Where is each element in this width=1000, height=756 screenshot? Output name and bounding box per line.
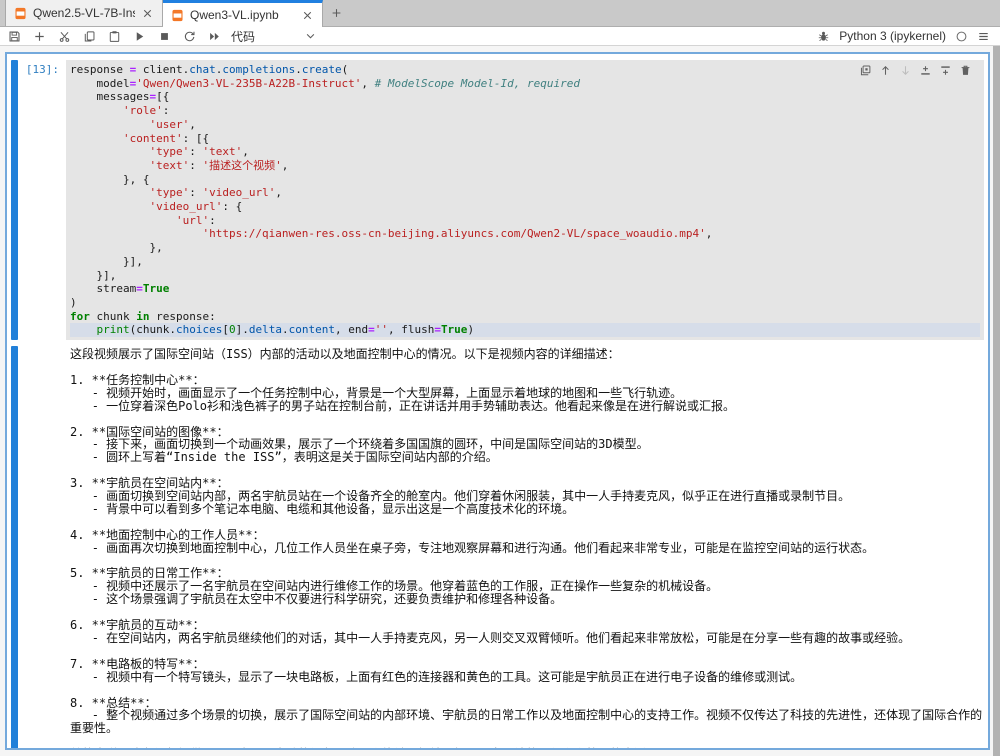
plus-icon: [330, 7, 343, 19]
run-icon[interactable]: [133, 30, 146, 43]
kernel-name[interactable]: Python 3 (ipykernel): [839, 29, 946, 43]
notebook-panel: [13]: response = client.chat.completions…: [5, 52, 990, 750]
menu-icon[interactable]: [977, 30, 990, 43]
move-up-icon[interactable]: [879, 64, 892, 77]
code-line: ): [70, 296, 980, 310]
input-collapser[interactable]: [11, 60, 18, 340]
restart-icon[interactable]: [183, 30, 196, 43]
code-line: 'video_url': {: [70, 200, 980, 214]
output-collapser[interactable]: [11, 346, 18, 750]
stream-output-text: 这段视频展示了国际空间站（ISS）内部的活动以及地面控制中心的情况。以下是视频内…: [66, 346, 984, 750]
add-icon[interactable]: [33, 30, 46, 43]
code-line: 'https://qianwen-res.oss-cn-beijing.aliy…: [70, 227, 980, 241]
execution-count: [13]:: [18, 60, 66, 340]
code-line: model='Qwen/Qwen3-VL-235B-A22B-Instruct'…: [70, 77, 980, 91]
output-prompt-spacer: [18, 346, 66, 750]
close-icon[interactable]: [301, 9, 314, 22]
run-all-icon[interactable]: [208, 30, 221, 43]
code-line: }],: [70, 255, 980, 269]
duplicate-icon[interactable]: [859, 64, 872, 77]
tab-qwen3-vl-notebook[interactable]: Qwen3-VL.ipynb: [163, 0, 323, 27]
code-line: messages=[{: [70, 90, 980, 104]
tab-label: Qwen3-VL.ipynb: [190, 8, 279, 22]
paste-icon[interactable]: [108, 30, 121, 43]
output-area: 这段视频展示了国际空间站（ISS）内部的活动以及地面控制中心的情况。以下是视频内…: [7, 346, 988, 750]
code-line: }],: [70, 269, 980, 283]
cell-type-label: 代码: [231, 28, 255, 45]
notebook-icon: [171, 9, 184, 22]
new-tab-button[interactable]: [323, 0, 349, 26]
toolbar-button-group: [6, 30, 221, 43]
cell-toolbar: [859, 64, 972, 77]
stop-icon[interactable]: [158, 30, 171, 43]
code-line: response = client.chat.completions.creat…: [70, 63, 980, 77]
code-editor[interactable]: response = client.chat.completions.creat…: [66, 60, 984, 340]
insert-above-icon[interactable]: [919, 64, 932, 77]
delete-icon[interactable]: [959, 64, 972, 77]
code-line: 'url':: [70, 214, 980, 228]
code-line: 'content': [{: [70, 132, 980, 146]
kernel-status-group: Python 3 (ipykernel): [817, 29, 994, 43]
notebook-icon: [14, 7, 27, 20]
code-line: 'user',: [70, 118, 980, 132]
code-line: print(chunk.choices[0].delta.content, en…: [70, 323, 980, 337]
code-line: }, {: [70, 173, 980, 187]
insert-below-icon[interactable]: [939, 64, 952, 77]
code-line: 'type': 'video_url',: [70, 186, 980, 200]
move-down-icon: [899, 64, 912, 77]
code-cell: [13]: response = client.chat.completions…: [7, 60, 988, 340]
close-icon[interactable]: [141, 7, 154, 20]
cut-icon[interactable]: [58, 30, 71, 43]
chevron-down-icon: [304, 30, 317, 42]
notebook-content-area: [13]: response = client.chat.completions…: [0, 46, 1000, 756]
copy-icon[interactable]: [83, 30, 96, 43]
code-line: 'text': '描述这个视频',: [70, 159, 980, 173]
window-edge: [993, 46, 1000, 756]
save-icon[interactable]: [8, 30, 21, 43]
code-line: stream=True: [70, 282, 980, 296]
tab-bar: Qwen2.5-VL-7B-Instruct.ip Qwen3-VL.ipynb: [0, 0, 1000, 27]
notebook-toolbar: 代码 Python 3 (ipykernel): [0, 27, 1000, 46]
kernel-status-circle-icon: [955, 30, 968, 43]
tab-label: Qwen2.5-VL-7B-Instruct.ip: [33, 6, 135, 20]
code-line: 'type': 'text',: [70, 145, 980, 159]
tab-qwen25-vl-notebook[interactable]: Qwen2.5-VL-7B-Instruct.ip: [5, 0, 163, 26]
code-line: for chunk in response:: [70, 310, 980, 324]
code-line: 'role':: [70, 104, 980, 118]
cell-type-dropdown[interactable]: 代码: [231, 28, 317, 45]
debugger-bug-icon[interactable]: [817, 30, 830, 43]
code-line: },: [70, 241, 980, 255]
